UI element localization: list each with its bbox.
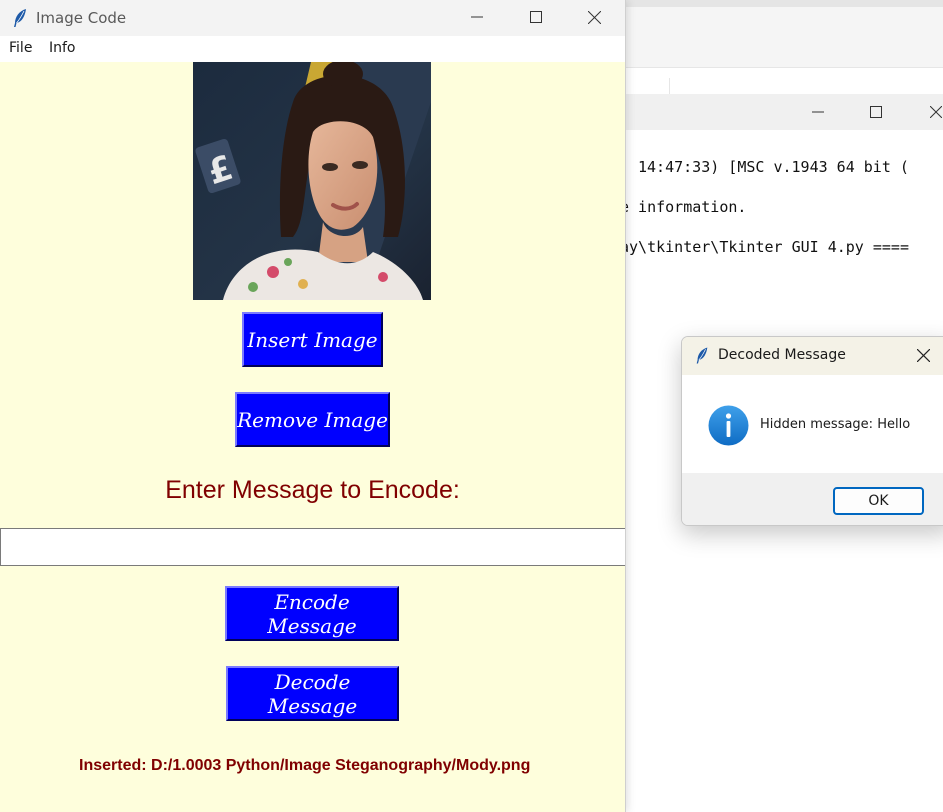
loaded-image: £: [193, 62, 431, 300]
titlebar: Image Code: [0, 0, 625, 36]
status-label: Inserted: D:/1.0003 Python/Image Stegano…: [79, 757, 531, 774]
shell-minimize-icon[interactable]: [798, 94, 838, 130]
image-code-window: Image Code File Info £ Insert Image Remo…: [0, 0, 626, 812]
tab-separator: [669, 78, 670, 94]
remove-image-button[interactable]: Remove Image: [235, 392, 390, 447]
background-toolbar: [600, 7, 943, 68]
shell-titlebar: [600, 94, 943, 130]
message-input[interactable]: [0, 528, 625, 566]
maximize-icon[interactable]: [508, 0, 566, 36]
shell-output-line: ay\tkinter\Tkinter GUI 4.py ====: [620, 238, 909, 256]
close-icon[interactable]: [566, 0, 624, 36]
ok-button[interactable]: OK: [833, 487, 924, 515]
feather-icon: [14, 9, 26, 27]
minimize-icon[interactable]: [449, 0, 507, 36]
shell-close-icon[interactable]: [916, 94, 943, 130]
dialog-title: Decoded Message: [718, 347, 846, 363]
menubar: File Info: [0, 36, 625, 62]
shell-output-line: 14:47:33) [MSC v.1943 64 bit (: [638, 158, 909, 176]
shell-maximize-icon[interactable]: [856, 94, 896, 130]
feather-icon: [696, 347, 708, 364]
dialog-close-icon[interactable]: [904, 337, 943, 375]
shell-output-line: e information.: [620, 198, 747, 216]
decode-message-button[interactable]: Decode Message: [226, 666, 399, 721]
insert-image-button[interactable]: Insert Image: [242, 312, 383, 367]
dialog-footer: OK: [682, 473, 943, 525]
info-icon: [708, 405, 749, 446]
background-tabstrip: [600, 68, 943, 95]
dialog-titlebar: Decoded Message: [682, 337, 943, 375]
menu-file[interactable]: File: [9, 40, 32, 56]
dialog-message: Hidden message: Hello: [760, 417, 911, 432]
encode-prompt-label: Enter Message to Encode:: [165, 476, 460, 504]
encode-message-button[interactable]: Encode Message: [225, 586, 399, 641]
decoded-message-dialog: Decoded Message Hidden message: Hello OK: [681, 336, 943, 526]
background-edge: [600, 0, 943, 7]
menu-info[interactable]: Info: [49, 40, 76, 56]
window-title: Image Code: [36, 9, 127, 27]
